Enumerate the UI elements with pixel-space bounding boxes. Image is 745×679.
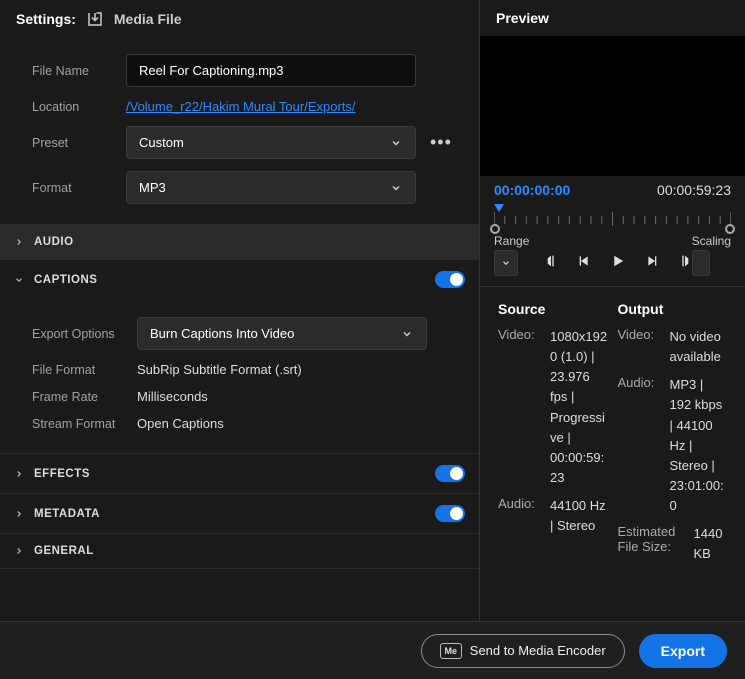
section-general-title: GENERAL xyxy=(34,545,94,557)
chevron-right-icon xyxy=(14,509,24,519)
chevron-right-icon xyxy=(14,469,24,479)
chevron-down-icon xyxy=(389,136,403,150)
section-effects[interactable]: EFFECTS xyxy=(0,453,479,493)
source-video-label: Video: xyxy=(498,327,544,488)
file-format-label: File Format xyxy=(32,363,137,377)
in-point-handle[interactable] xyxy=(490,224,500,234)
play-icon[interactable] xyxy=(609,252,627,273)
preset-label: Preset xyxy=(32,136,126,150)
source-video-value: 1080x1920 (1.0) | 23.976 fps | Progressi… xyxy=(550,327,608,488)
section-general[interactable]: GENERAL xyxy=(0,533,479,569)
preview-viewport xyxy=(480,36,745,176)
format-label: Format xyxy=(32,181,126,195)
output-video-label: Video: xyxy=(618,327,664,367)
file-name-label: File Name xyxy=(32,64,126,78)
frame-rate-value: Milliseconds xyxy=(137,389,208,404)
output-audio-label: Audio: xyxy=(618,375,664,516)
timeline-ruler[interactable] xyxy=(494,204,731,230)
range-select[interactable] xyxy=(494,250,518,276)
captions-toggle[interactable] xyxy=(435,271,465,288)
export-button[interactable]: Export xyxy=(639,634,727,668)
format-value: MP3 xyxy=(139,180,166,195)
export-options-select[interactable]: Burn Captions Into Video xyxy=(137,317,427,350)
source-heading: Source xyxy=(498,301,608,317)
preset-select[interactable]: Custom xyxy=(126,126,416,159)
output-est-label: Estimated File Size: xyxy=(618,524,688,564)
section-metadata-title: METADATA xyxy=(34,508,100,520)
scaling-select[interactable] xyxy=(692,250,710,276)
chevron-down-icon xyxy=(389,181,403,195)
source-audio-label: Audio: xyxy=(498,496,544,536)
output-heading: Output xyxy=(618,301,728,317)
section-captions[interactable]: CAPTIONS xyxy=(0,259,479,299)
stream-format-value: Open Captions xyxy=(137,416,224,431)
section-effects-title: EFFECTS xyxy=(34,468,90,480)
step-forward-icon[interactable] xyxy=(643,253,659,272)
time-total: 00:00:59:23 xyxy=(657,182,731,198)
out-point-handle[interactable] xyxy=(725,224,735,234)
export-options-value: Burn Captions Into Video xyxy=(150,326,294,341)
effects-toggle[interactable] xyxy=(435,465,465,482)
mark-out-icon[interactable] xyxy=(675,253,691,272)
output-est-value: 1440 KB xyxy=(694,524,728,564)
location-label: Location xyxy=(32,100,126,114)
footer: Me Send to Media Encoder Export xyxy=(0,621,745,679)
send-label: Send to Media Encoder xyxy=(470,643,606,658)
file-format-value: SubRip Subtitle Format (.srt) xyxy=(137,362,302,377)
preset-more-icon[interactable]: ••• xyxy=(430,132,452,153)
send-to-media-encoder-button[interactable]: Me Send to Media Encoder xyxy=(421,634,625,668)
settings-header: Settings: Media File xyxy=(0,0,479,38)
media-file-label: Media File xyxy=(114,11,182,27)
output-video-value: No video available xyxy=(670,327,728,367)
preview-title: Preview xyxy=(480,0,745,36)
preset-value: Custom xyxy=(139,135,184,150)
settings-label: Settings: xyxy=(16,11,76,27)
export-file-icon xyxy=(86,10,104,28)
step-back-icon[interactable] xyxy=(577,253,593,272)
source-audio-value: 44100 Hz | Stereo xyxy=(550,496,608,536)
chevron-down-icon xyxy=(14,275,24,285)
location-link[interactable]: /Volume_r22/Hakim Mural Tour/Exports/ xyxy=(126,99,356,114)
chevron-right-icon xyxy=(14,546,24,556)
scaling-label: Scaling xyxy=(692,234,731,248)
section-metadata[interactable]: METADATA xyxy=(0,493,479,533)
range-label: Range xyxy=(494,234,529,248)
file-name-input[interactable] xyxy=(126,54,416,87)
section-captions-title: CAPTIONS xyxy=(34,274,97,286)
format-select[interactable]: MP3 xyxy=(126,171,416,204)
output-audio-value: MP3 | 192 kbps | 44100 Hz | Stereo | 23:… xyxy=(670,375,728,516)
section-audio[interactable]: AUDIO xyxy=(0,224,479,259)
playhead-icon[interactable] xyxy=(494,204,504,218)
chevron-right-icon xyxy=(14,237,24,247)
time-current[interactable]: 00:00:00:00 xyxy=(494,182,570,198)
mark-in-icon[interactable] xyxy=(545,253,561,272)
chevron-down-icon xyxy=(400,327,414,341)
media-encoder-icon: Me xyxy=(440,643,462,659)
metadata-toggle[interactable] xyxy=(435,505,465,522)
section-audio-title: AUDIO xyxy=(34,236,74,248)
export-options-label: Export Options xyxy=(32,327,137,341)
frame-rate-label: Frame Rate xyxy=(32,390,137,404)
stream-format-label: Stream Format xyxy=(32,417,137,431)
